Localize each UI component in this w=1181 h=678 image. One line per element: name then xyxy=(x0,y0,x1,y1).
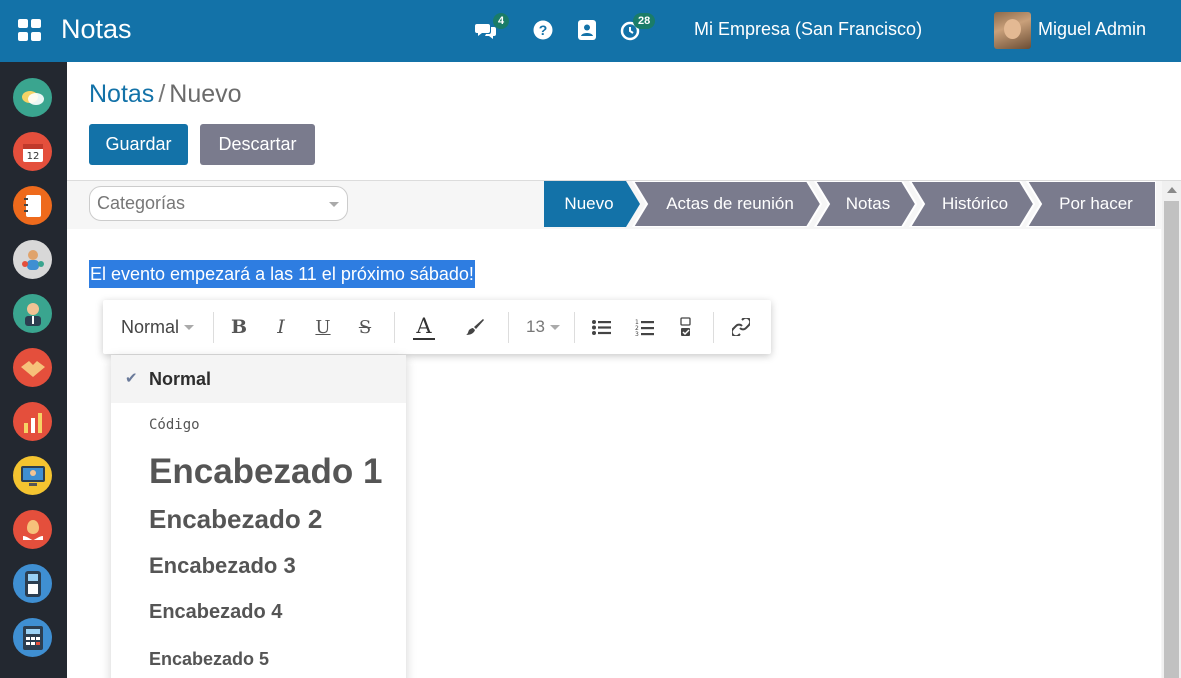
underline-button[interactable]: U xyxy=(307,300,339,354)
messages-badge: 4 xyxy=(493,13,510,29)
style-option-heading-5[interactable]: Encabezado 5 xyxy=(111,645,406,673)
text-format-toolbar: Normal B I U S A 13 123 xyxy=(103,300,771,354)
style-option-heading-4[interactable]: Encabezado 4 xyxy=(111,598,406,626)
stage-por-hacer[interactable]: Por hacer xyxy=(1042,181,1150,227)
font-color-label: A xyxy=(413,314,435,340)
categories-select[interactable]: Categorías xyxy=(89,186,348,221)
scroll-up-arrow-icon[interactable] xyxy=(1167,187,1177,193)
chevron-down-icon xyxy=(329,202,339,207)
vertical-scrollbar[interactable] xyxy=(1162,181,1181,678)
style-option-heading-1[interactable]: Encabezado 1 xyxy=(111,449,406,495)
stage-actas-de-reunion[interactable]: Actas de reunión xyxy=(649,181,811,227)
scrollbar-thumb[interactable] xyxy=(1164,201,1179,678)
toolbar-separator xyxy=(213,312,214,343)
strikethrough-button[interactable]: S xyxy=(349,300,381,354)
toolbar-separator xyxy=(574,312,575,343)
style-option-normal[interactable]: ✔ Normal xyxy=(111,355,406,403)
numbered-list-icon[interactable]: 123 xyxy=(628,300,660,354)
svg-text:3: 3 xyxy=(635,331,639,336)
contacts-icon[interactable] xyxy=(13,240,52,279)
style-option-heading-3[interactable]: Encabezado 3 xyxy=(111,551,406,581)
italic-button[interactable]: I xyxy=(265,300,297,354)
pos-icon[interactable] xyxy=(13,564,52,603)
caret-down-icon xyxy=(184,324,195,330)
checklist-icon[interactable] xyxy=(670,300,702,354)
apps-sidebar: 12 xyxy=(0,62,67,678)
invoicing-icon[interactable] xyxy=(13,618,52,657)
breadcrumb: Notas / Nuevo xyxy=(89,80,242,109)
style-option-code[interactable]: Código xyxy=(111,411,406,439)
sales-icon[interactable] xyxy=(13,402,52,441)
apps-menu-icon[interactable] xyxy=(18,19,42,41)
check-icon: ✔ xyxy=(125,370,138,387)
top-navbar: Notas 4 ? 28 Mi Empresa (San Francisco) … xyxy=(0,0,1181,62)
breadcrumb-current: Nuevo xyxy=(169,80,242,108)
link-icon[interactable] xyxy=(723,300,759,354)
calendar-icon[interactable]: 12 xyxy=(13,132,52,171)
style-option-label: Normal xyxy=(149,369,212,389)
app-title: Notas xyxy=(61,14,132,44)
employees-icon[interactable] xyxy=(13,294,52,333)
toolbar-separator xyxy=(508,312,509,343)
toolbar-separator xyxy=(713,312,714,343)
help-icon[interactable]: ? xyxy=(532,19,554,41)
notes-icon[interactable] xyxy=(13,186,52,225)
style-dropdown-toggle[interactable]: Normal xyxy=(113,300,213,354)
breadcrumb-separator: / xyxy=(158,80,166,108)
user-menu[interactable]: Miguel Admin xyxy=(1038,19,1146,40)
stage-nuevo[interactable]: Nuevo xyxy=(544,181,634,227)
activity-badge: 28 xyxy=(633,13,656,29)
style-dropdown-value: Normal xyxy=(121,316,180,337)
svg-text:12: 12 xyxy=(26,151,39,162)
caret-down-icon xyxy=(549,324,560,330)
font-size-value: 13 xyxy=(526,317,545,336)
stage-historico[interactable]: Histórico xyxy=(925,181,1025,227)
discard-button[interactable]: Descartar xyxy=(200,124,315,165)
activity-clock-icon[interactable]: 28 xyxy=(619,13,656,41)
bold-button[interactable]: B xyxy=(223,300,255,354)
dashboard-icon[interactable] xyxy=(13,456,52,495)
breadcrumb-parent-link[interactable]: Notas xyxy=(89,80,154,108)
stage-notas[interactable]: Notas xyxy=(828,181,908,227)
messages-icon[interactable]: 4 xyxy=(475,13,510,41)
toolbar-separator xyxy=(394,312,395,343)
company-switcher[interactable]: Mi Empresa (San Francisco) xyxy=(694,19,922,40)
font-size-dropdown[interactable]: 13 xyxy=(518,300,568,354)
selected-note-text[interactable]: El evento empezará a las 11 el próximo s… xyxy=(89,260,475,288)
discuss-icon[interactable] xyxy=(13,78,52,117)
save-button[interactable]: Guardar xyxy=(89,124,188,165)
style-option-heading-2[interactable]: Encabezado 2 xyxy=(111,501,406,537)
style-dropdown-menu: ✔ Normal Código Encabezado 1 Encabezado … xyxy=(111,355,406,678)
font-color-button[interactable]: A xyxy=(406,300,442,354)
highlight-brush-icon[interactable] xyxy=(457,300,493,354)
expenses-icon[interactable] xyxy=(13,510,52,549)
svg-text:?: ? xyxy=(539,22,548,38)
crm-icon[interactable] xyxy=(13,348,52,387)
categories-placeholder: Categorías xyxy=(97,193,186,213)
user-avatar[interactable] xyxy=(994,12,1031,49)
bullet-list-icon[interactable] xyxy=(585,300,617,354)
contacts-book-icon[interactable] xyxy=(576,19,598,41)
